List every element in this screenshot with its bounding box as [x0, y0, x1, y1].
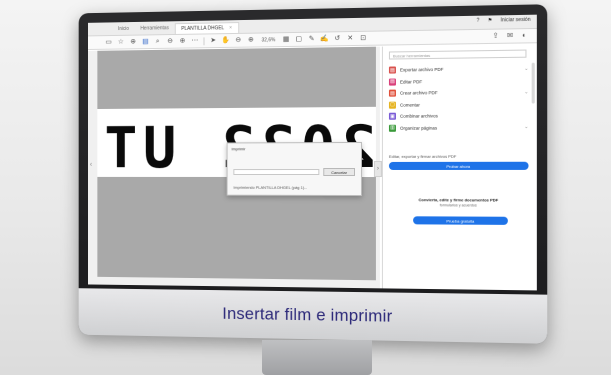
caption: Insertar film e imprimir: [222, 304, 392, 327]
tab-home[interactable]: Inicio: [112, 24, 134, 35]
chevron-down-icon[interactable]: ⌄: [524, 89, 528, 95]
zoom-out-icon[interactable]: ⊖: [234, 36, 242, 44]
close-tab-icon[interactable]: ×: [229, 25, 232, 31]
convert-text: Editar, exportar y firmar archivos PDF: [389, 154, 456, 159]
monitor-stand: [262, 340, 372, 375]
account-icon[interactable]: ◐: [520, 32, 528, 40]
highlight-icon[interactable]: ✎: [308, 35, 316, 43]
undo-icon[interactable]: ↺: [333, 35, 341, 43]
tab-document-label: PLANTILLA DHGEL: [181, 25, 224, 32]
comment-icon[interactable]: ▢: [295, 35, 303, 43]
zoom-icon[interactable]: ⌕: [154, 38, 162, 46]
free-trial-button[interactable]: Prueba gratuita: [413, 216, 508, 225]
monitor-chin: Insertar film e imprimir: [79, 288, 548, 344]
prev-page-icon[interactable]: ⊖: [166, 37, 174, 45]
zoom-in-icon[interactable]: ⊕: [247, 36, 255, 44]
organize-pages-icon: ▥: [389, 125, 396, 132]
chevron-left-icon[interactable]: ‹: [90, 161, 92, 168]
tool-comment[interactable]: ▢ Comentar: [389, 98, 529, 111]
try-now-button[interactable]: Probar ahora: [389, 162, 529, 170]
progress-field: [233, 169, 319, 175]
promo-subtitle: formularios y acuerdos: [389, 203, 529, 208]
monitor: Inicio Herramientas PLANTILLA DHGEL × ? …: [79, 4, 548, 344]
create-pdf-icon: ▤: [389, 90, 396, 97]
more-icon[interactable]: ⊡: [359, 34, 367, 42]
pane-scrollbar[interactable]: [532, 63, 535, 104]
fit-icon[interactable]: ▦: [282, 36, 290, 44]
mail-icon[interactable]: ✉: [506, 32, 514, 40]
hand-icon[interactable]: ✋: [222, 37, 230, 45]
document-page: 2022 UTE Imprimir Cancelar Imprimiendo P…: [97, 47, 376, 281]
header-right: ? ⚑ Iniciar sesión: [477, 17, 531, 24]
tab-tools[interactable]: Herramientas: [135, 23, 175, 34]
print-status: Imprimiendo PLANTILLA DHGEL (pág 1)...: [233, 185, 307, 190]
edit-pdf-icon: ▤: [389, 78, 396, 85]
help-icon[interactable]: ?: [477, 18, 480, 24]
zoom-level[interactable]: 32,6%: [260, 37, 278, 43]
cancel-button[interactable]: Cancelar: [323, 168, 355, 176]
comment-tool-icon: ▢: [389, 101, 396, 108]
bell-icon[interactable]: ⚑: [488, 18, 493, 24]
promo-title: Convierta, edite y firme documentos PDF: [389, 197, 529, 202]
tools-list: ▤ Exportar archivo PDF ⌄ ▤ Editar PDF ▤ …: [389, 63, 529, 134]
collapse-pane-button[interactable]: ›: [374, 161, 382, 177]
screen: Inicio Herramientas PLANTILLA DHGEL × ? …: [88, 15, 537, 291]
tool-organize[interactable]: ▥ Organizar páginas ⌄: [389, 121, 529, 133]
chevron-down-icon[interactable]: ⌄: [524, 66, 528, 72]
cursor-icon[interactable]: ➤: [209, 37, 217, 45]
upload-icon[interactable]: ⊕: [129, 38, 137, 46]
combine-icon: ▣: [389, 113, 396, 120]
delete-icon[interactable]: ✕: [346, 34, 354, 42]
toolbar-right: ⇪ ✉ ◐: [491, 32, 528, 41]
sign-in-link[interactable]: Iniciar sesión: [500, 17, 530, 24]
star-icon[interactable]: ☆: [117, 38, 125, 46]
tools-pane: Buscar herramientas ▤ Exportar archivo P…: [382, 44, 537, 290]
dialog-title: Imprimir: [228, 143, 361, 154]
next-page-icon[interactable]: ⊕: [179, 37, 187, 45]
tool-combine[interactable]: ▣ Combinar archivos: [389, 110, 529, 123]
promo: Convierta, edite y firme documentos PDF …: [389, 197, 529, 208]
export-pdf-icon: ▤: [389, 67, 396, 74]
tab-document[interactable]: PLANTILLA DHGEL ×: [175, 22, 239, 34]
save-icon[interactable]: ▭: [105, 38, 113, 46]
tools-search-input[interactable]: Buscar herramientas: [389, 50, 527, 60]
print-dialog: Imprimir Cancelar Imprimiendo PLANTILLA …: [227, 142, 362, 196]
page-nav-icon[interactable]: ⋯: [191, 37, 199, 45]
document-area: ‹ 2022 UTE Imprimir Cancelar Imprimiendo…: [88, 47, 380, 289]
chevron-right-icon: ›: [377, 166, 379, 172]
chevron-down-icon[interactable]: ⌄: [524, 124, 528, 130]
share-icon[interactable]: ⇪: [491, 32, 499, 40]
print-icon[interactable]: ▤: [142, 38, 150, 46]
toolbar-divider: [204, 37, 205, 45]
sign-icon[interactable]: ✍: [320, 35, 328, 43]
